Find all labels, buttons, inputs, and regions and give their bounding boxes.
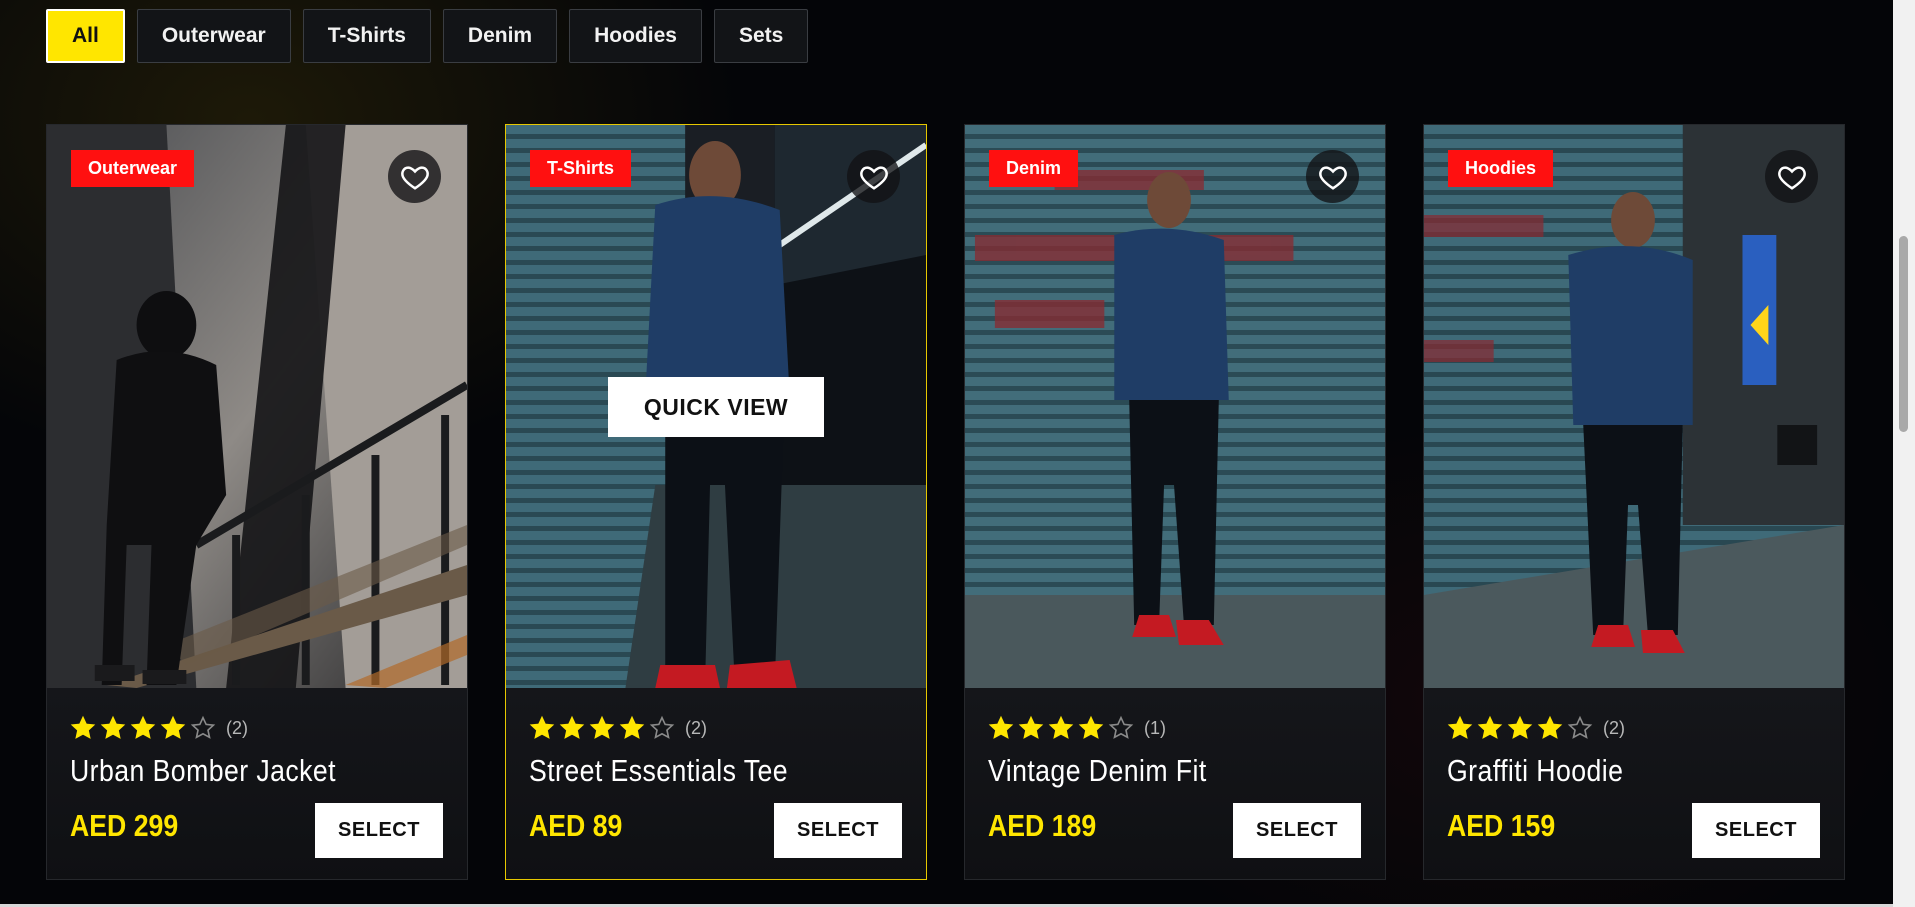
wishlist-button[interactable]	[847, 150, 900, 203]
filter-sets-button[interactable]: Sets	[713, 9, 809, 63]
star-empty-icon	[1108, 715, 1134, 739]
star-filled-icon	[100, 715, 126, 739]
product-image[interactable]: Outerwear	[47, 125, 467, 688]
review-count: (2)	[1603, 717, 1625, 738]
star-filled-icon	[1018, 715, 1044, 739]
category-badge: Hoodies	[1448, 150, 1554, 187]
filter-outerwear-button[interactable]: Outerwear	[136, 9, 291, 63]
product-price: AED 189	[988, 808, 1097, 843]
star-filled-icon	[160, 715, 186, 739]
heart-icon	[400, 165, 429, 190]
star-filled-icon	[1537, 715, 1563, 739]
product-card[interactable]: Outerwear (2) Urban Bomber Jacket AED 29…	[46, 124, 468, 880]
product-name[interactable]: Street Essentials Tee	[529, 753, 788, 789]
star-filled-icon	[70, 715, 96, 739]
review-count: (2)	[226, 717, 248, 738]
product-price: AED 159	[1447, 808, 1556, 843]
wishlist-button[interactable]	[388, 150, 441, 203]
product-info: (2) Street Essentials Tee AED 89 SELECT	[506, 688, 926, 879]
product-card[interactable]: T-Shirts QUICK VIEW (2) Street Essential…	[505, 124, 927, 880]
star-filled-icon	[589, 715, 615, 739]
product-card[interactable]: Denim (1) Vintage Denim Fit AED 189 SELE…	[964, 124, 1386, 880]
star-rating: (2)	[70, 715, 248, 741]
star-filled-icon	[1477, 715, 1503, 739]
product-grid: Outerwear (2) Urban Bomber Jacket AED 29…	[46, 124, 1845, 880]
star-rating: (1)	[988, 715, 1166, 741]
review-count: (1)	[1144, 717, 1166, 738]
product-name[interactable]: Vintage Denim Fit	[988, 753, 1207, 789]
page-scrollbar[interactable]	[1893, 0, 1915, 907]
product-image[interactable]: T-Shirts QUICK VIEW	[506, 125, 926, 688]
quick-view-button[interactable]: QUICK VIEW	[608, 377, 824, 437]
star-empty-icon	[649, 715, 675, 739]
select-button[interactable]: SELECT	[1692, 803, 1820, 858]
product-price: AED 299	[70, 808, 179, 843]
product-name[interactable]: Urban Bomber Jacket	[70, 753, 336, 789]
star-empty-icon	[1567, 715, 1593, 739]
star-filled-icon	[559, 715, 585, 739]
product-image[interactable]: Denim	[965, 125, 1385, 688]
filter-denim-button[interactable]: Denim	[442, 9, 558, 63]
star-rating: (2)	[529, 715, 707, 741]
heart-icon	[1318, 165, 1347, 190]
select-button[interactable]: SELECT	[1233, 803, 1361, 858]
product-image[interactable]: Hoodies	[1424, 125, 1844, 688]
product-card[interactable]: Hoodies (2) Graffiti Hoodie AED 159 SELE…	[1423, 124, 1845, 880]
star-filled-icon	[130, 715, 156, 739]
star-filled-icon	[619, 715, 645, 739]
star-empty-icon	[190, 715, 216, 739]
category-badge: Denim	[989, 150, 1079, 187]
scrollbar-thumb[interactable]	[1899, 236, 1908, 432]
star-filled-icon	[988, 715, 1014, 739]
select-button[interactable]: SELECT	[315, 803, 443, 858]
star-rating: (2)	[1447, 715, 1625, 741]
category-badge: T-Shirts	[530, 150, 632, 187]
category-filter-bar: All Outerwear T-Shirts Denim Hoodies Set…	[46, 9, 809, 63]
select-button[interactable]: SELECT	[774, 803, 902, 858]
filter-hoodies-button[interactable]: Hoodies	[569, 9, 702, 63]
product-price: AED 89	[529, 808, 623, 843]
filter-all-button[interactable]: All	[46, 9, 125, 63]
wishlist-button[interactable]	[1306, 150, 1359, 203]
star-filled-icon	[1447, 715, 1473, 739]
product-info: (2) Graffiti Hoodie AED 159 SELECT	[1424, 688, 1844, 879]
product-info: (2) Urban Bomber Jacket AED 299 SELECT	[47, 688, 467, 879]
category-badge: Outerwear	[71, 150, 195, 187]
star-filled-icon	[1048, 715, 1074, 739]
star-filled-icon	[1507, 715, 1533, 739]
star-filled-icon	[529, 715, 555, 739]
wishlist-button[interactable]	[1765, 150, 1818, 203]
filter-tshirts-button[interactable]: T-Shirts	[302, 9, 431, 63]
heart-icon	[1777, 165, 1806, 190]
review-count: (2)	[685, 717, 707, 738]
star-filled-icon	[1078, 715, 1104, 739]
heart-icon	[859, 165, 888, 190]
product-name[interactable]: Graffiti Hoodie	[1447, 753, 1623, 789]
product-info: (1) Vintage Denim Fit AED 189 SELECT	[965, 688, 1385, 879]
